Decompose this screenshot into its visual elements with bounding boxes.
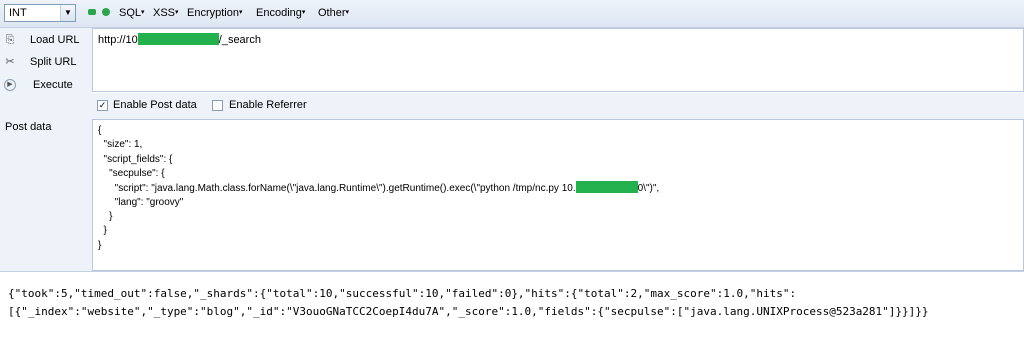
post-line: "script_fields": { — [98, 154, 173, 165]
post-line: "secpulse": { — [98, 168, 165, 179]
enable-referrer-label: Enable Referrer — [229, 99, 307, 111]
menu-encoding-label: Encoding — [256, 7, 302, 19]
post-line: "lang": "groovy" — [98, 197, 184, 208]
plus-icon[interactable] — [102, 8, 110, 16]
url-suffix: /_search — [218, 34, 261, 46]
execute-button[interactable]: ▶ Execute — [2, 76, 90, 96]
post-data-label: Post data — [5, 121, 52, 133]
url-input[interactable]: http://10 /_search — [92, 28, 1024, 92]
post-line-script: "script": "java.lang.Math.class.forName(… — [98, 183, 576, 194]
menu-sql-label: SQL — [119, 7, 142, 19]
post-line: "size": 1, — [98, 139, 143, 150]
menu-other[interactable]: Other▾ — [318, 7, 349, 19]
menu-xss[interactable]: XSS▾ — [153, 7, 179, 19]
enable-referrer-checkbox[interactable] — [212, 100, 223, 111]
sidebar: ⎘ Load URL ✂ Split URL ▶ Execute Post da… — [0, 28, 92, 271]
url-prefix: http://10 — [98, 34, 138, 46]
load-url-icon: ⎘ — [5, 34, 15, 46]
menu-encryption-label: Encryption — [187, 7, 239, 19]
dropdown-arrow-icon: ▾ — [301, 9, 306, 16]
post-line: { — [98, 125, 102, 136]
menu-xss-label: XSS — [153, 7, 176, 19]
post-line: "script": "java.lang.Math.class.forName(… — [98, 181, 659, 195]
post-line: } — [98, 225, 107, 236]
menu-encryption[interactable]: Encryption▾ — [187, 7, 243, 19]
load-url-label: Load URL — [30, 34, 80, 46]
play-icon: ▶ — [4, 79, 16, 91]
load-url-button[interactable]: ⎘ Load URL — [2, 31, 90, 51]
url-text: http://10 /_search — [98, 33, 261, 46]
enable-post-checkbox[interactable]: ✓ — [97, 100, 108, 111]
dropdown-arrow-icon: ▾ — [175, 9, 179, 16]
split-url-button[interactable]: ✂ Split URL — [2, 53, 90, 73]
enable-post-label: Enable Post data — [113, 99, 197, 111]
response-line: [{"_index":"website","_type":"blog","_id… — [8, 305, 929, 318]
post-line-script-end: 0\")", — [637, 183, 660, 194]
execute-label: Execute — [33, 79, 73, 91]
menu-encoding[interactable]: Encoding▾ — [256, 7, 305, 19]
redaction-block — [575, 181, 638, 193]
dropdown-arrow-icon: ▾ — [141, 9, 145, 16]
toolbar: INT ▼ SQL▾ XSS▾ Encryption▾ Encoding▾ Ot… — [0, 0, 1024, 28]
post-line: } — [98, 211, 113, 222]
split-url-icon: ✂ — [5, 56, 15, 68]
dropdown-arrow-icon: ▾ — [238, 9, 243, 16]
menu-other-label: Other — [318, 7, 346, 19]
split-url-label: Split URL — [30, 56, 77, 68]
chevron-down-icon[interactable]: ▼ — [60, 5, 75, 21]
minus-icon[interactable] — [88, 9, 96, 15]
encoding-type-select[interactable]: INT ▼ — [4, 4, 76, 22]
response-line: {"took":5,"timed_out":false,"_shards":{"… — [8, 287, 797, 300]
select-value: INT — [9, 7, 27, 19]
menu-sql[interactable]: SQL▾ — [119, 7, 145, 19]
options-bar: ✓ Enable Post data Enable Referrer — [92, 93, 1024, 119]
dropdown-arrow-icon: ▾ — [345, 9, 350, 16]
divider — [0, 271, 1024, 272]
post-line: } — [98, 240, 102, 251]
redaction-block — [137, 33, 219, 45]
post-data-textarea[interactable]: { "size": 1, "script_fields": { "secpuls… — [92, 119, 1024, 271]
response-body: {"took":5,"timed_out":false,"_shards":{"… — [8, 285, 929, 321]
